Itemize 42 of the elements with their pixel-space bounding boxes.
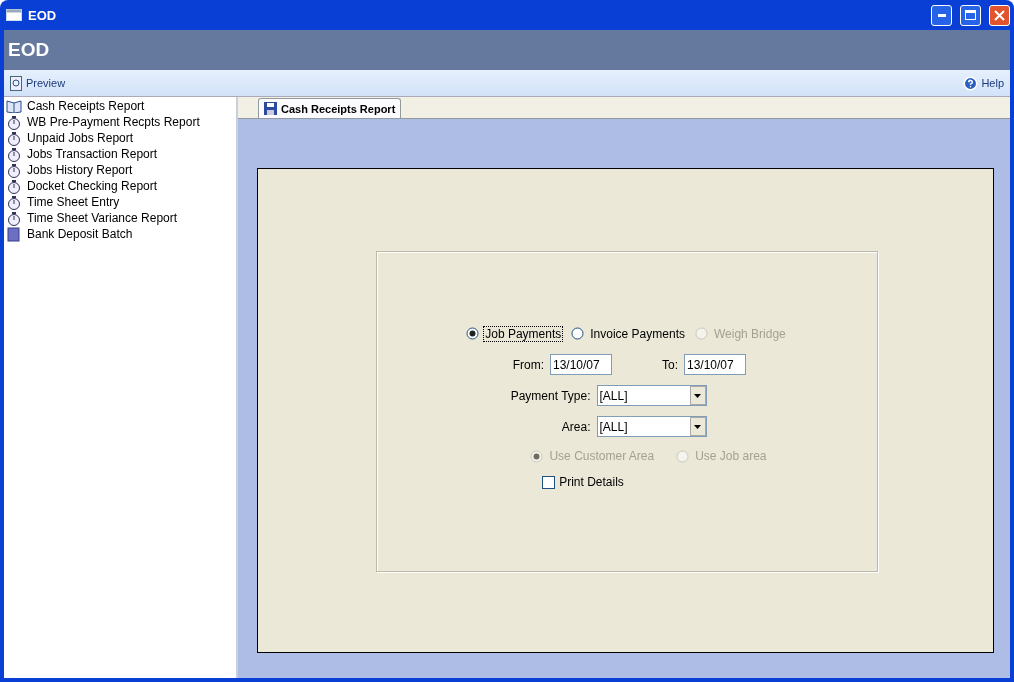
caret-icon	[694, 393, 701, 398]
field-label: Payment Type:	[509, 388, 591, 403]
magnifier-page-icon	[10, 75, 23, 91]
area-dropdown[interactable]: [ALL]	[596, 416, 707, 437]
help-icon	[963, 75, 979, 91]
stopwatch-icon	[6, 130, 22, 146]
minimize-icon	[937, 13, 946, 17]
close-icon	[994, 9, 1005, 21]
caret-icon	[694, 424, 701, 429]
to-date-field[interactable]: 13/10/07	[684, 354, 746, 375]
page-title: EOD	[8, 39, 50, 61]
minimize-button[interactable]	[931, 4, 952, 26]
stopwatch-icon	[6, 194, 22, 210]
sidebar-item[interactable]: WB Pre-Payment Recpts Report	[4, 114, 236, 130]
sidebar-item[interactable]: Time Sheet Variance Report	[4, 210, 236, 226]
radio-button[interactable]: Invoice Payments	[571, 325, 687, 342]
help-button[interactable]: Help	[961, 75, 1006, 91]
sidebar-item[interactable]: Jobs History Report	[4, 162, 236, 178]
sidebar-item[interactable]: Cash Receipts Report	[4, 98, 236, 114]
preview-button[interactable]: Preview	[8, 75, 68, 91]
sidebar-item[interactable]: Jobs Transaction Report	[4, 146, 236, 162]
field-label: From:	[511, 357, 544, 372]
field-label: To:	[661, 357, 678, 372]
stopwatch-icon	[6, 178, 22, 194]
close-button[interactable]	[989, 4, 1010, 26]
stopwatch-icon	[6, 210, 22, 226]
stopwatch-icon	[6, 162, 22, 178]
field-label: Area:	[560, 419, 591, 434]
from-date-field[interactable]: 13/10/07	[550, 354, 612, 375]
payment-type-dropdown[interactable]: [ALL]	[596, 385, 707, 406]
sidebar-item[interactable]: Time Sheet Entry	[4, 194, 236, 210]
print-details-checkbox[interactable]: Print Details	[542, 475, 624, 489]
window-title: EOD	[28, 7, 58, 23]
stopwatch-icon	[6, 146, 22, 162]
maximize-icon	[965, 10, 976, 20]
sidebar-item[interactable]: Docket Checking Report	[4, 178, 236, 194]
maximize-button[interactable]	[960, 4, 981, 26]
window-icon	[6, 9, 22, 21]
tab[interactable]: Cash Receipts Report	[258, 98, 402, 118]
sidebar-item[interactable]: Bank Deposit Batch	[4, 226, 236, 242]
stopwatch-icon	[6, 114, 22, 130]
sidebar-item[interactable]: Unpaid Jobs Report	[4, 130, 236, 146]
